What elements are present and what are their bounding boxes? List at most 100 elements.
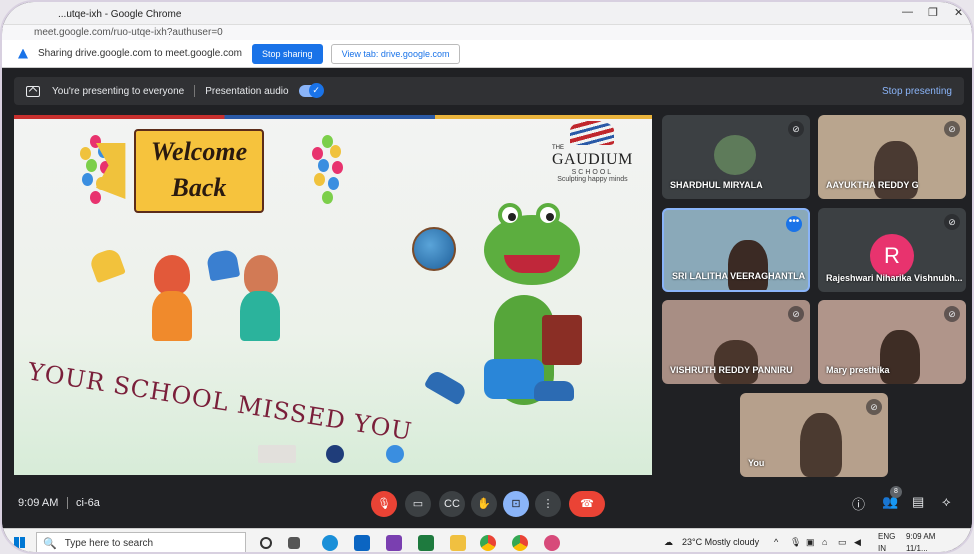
share-icon <box>18 48 28 59</box>
battery-icon[interactable]: ▭ <box>838 537 847 548</box>
camera-button[interactable]: ▭ <box>405 491 431 517</box>
participant-tile[interactable]: ⊘ SHARDHUL MIRYALA <box>662 115 810 199</box>
excel-icon[interactable] <box>418 535 434 551</box>
logo-name: GAUDIUM <box>552 151 633 168</box>
stop-presenting-button[interactable]: Stop presenting <box>882 86 952 97</box>
balloons-right <box>312 135 346 215</box>
more-options-icon[interactable]: ••• <box>786 216 802 232</box>
logo-tagline: Sculpting happy minds <box>557 176 628 183</box>
captions-button[interactable]: CC <box>439 491 465 517</box>
participant-name: Rajeshwari Niharika Vishnubh... <box>826 273 963 283</box>
participant-name: Mary preethika <box>826 365 890 375</box>
meeting-controls-bar: 9:09 AM ci-6a 🎙 ▭ CC ✋ ⊡ ⋮ ☎ ⓘ 👥 8 ▤ ⟡ <box>2 482 972 530</box>
participant-tile[interactable]: ⊘ AAYUKTHA REDDY G <box>818 115 966 199</box>
divider <box>67 497 68 509</box>
chevron-up-icon[interactable]: ^ <box>774 537 778 547</box>
mail-icon[interactable] <box>354 535 370 551</box>
chrome-icon[interactable] <box>480 535 496 551</box>
screen: ...utqe-ixh - Google Chrome — ❐ ✕ meet.g… <box>0 0 974 554</box>
missed-you-text: YOUR SCHOOL MISSED YOU <box>26 357 415 446</box>
accreditation-logos <box>258 445 296 463</box>
lang-top: ENG <box>878 532 896 541</box>
windows-start-icon[interactable] <box>14 537 25 548</box>
meeting-code: ci-6a <box>76 497 100 509</box>
mic-off-icon: ⊘ <box>944 121 960 137</box>
search-placeholder: Type here to search <box>64 537 154 549</box>
clock-time: 9:09 AM <box>906 532 936 541</box>
participant-name: AAYUKTHA REDDY G <box>826 180 919 190</box>
logo-school: SCHOOL <box>571 169 614 176</box>
back-text: Back <box>171 173 227 202</box>
browser-titlebar: ...utqe-ixh - Google Chrome — ❐ ✕ <box>2 2 972 26</box>
participant-count-badge: 8 <box>890 486 902 498</box>
end-call-button[interactable]: ☎ <box>569 491 605 517</box>
system-clock[interactable]: 9:09 AM 11/1... <box>906 531 936 553</box>
badge-logo <box>386 445 404 463</box>
mic-off-icon: ⊘ <box>788 121 804 137</box>
weather-text[interactable]: 23°C Mostly cloudy <box>682 537 759 547</box>
close-icon[interactable]: ✕ <box>954 6 963 19</box>
share-banner: Sharing drive.google.com to meet.google.… <box>2 40 972 68</box>
mic-off-button[interactable]: 🎙 <box>371 491 397 517</box>
presentation-audio-label: Presentation audio <box>205 85 289 97</box>
stop-sharing-button[interactable]: Stop sharing <box>252 43 323 64</box>
url-text[interactable]: meet.google.com/ruo-utqe-ixh?authuser=0 <box>34 25 972 40</box>
volume-icon[interactable]: ◀ <box>854 537 861 548</box>
divider <box>194 85 196 97</box>
network-icon[interactable]: ⌂ <box>822 537 827 547</box>
slide-color-stripe <box>14 115 652 119</box>
mic-icon[interactable]: 🎙 <box>790 537 801 548</box>
presentation-audio-toggle[interactable] <box>298 83 324 98</box>
participant-name: You <box>748 458 765 468</box>
meeting-time: 9:09 AM <box>18 497 59 509</box>
welcome-text: Welcome <box>150 137 248 166</box>
more-options-button[interactable]: ⋮ <box>535 491 561 517</box>
file-explorer-icon[interactable] <box>450 535 466 551</box>
search-icon: 🔍 <box>43 537 57 550</box>
address-bar[interactable]: meet.google.com/ruo-utqe-ixh?authuser=0 <box>2 24 972 40</box>
raise-hand-button[interactable]: ✋ <box>471 491 497 517</box>
activities-icon[interactable]: ⟡ <box>942 494 951 510</box>
ib-logo <box>326 445 344 463</box>
presenting-text: You're presenting to everyone <box>52 85 185 97</box>
lang-bottom: IN <box>878 544 886 553</box>
clock-date: 11/1... <box>906 544 928 553</box>
chat-icon[interactable]: ▤ <box>912 494 924 510</box>
window-title: ...utqe-ixh - Google Chrome <box>58 8 182 20</box>
participant-tile[interactable]: ⊘ Mary preethika <box>818 300 966 384</box>
participant-name: SRI LALITHA VEERAGHANTLA <box>672 271 806 281</box>
edge-icon[interactable] <box>322 535 338 551</box>
windows-taskbar: 🔍 Type here to search ☁ 23°C Mostly clou… <box>2 528 972 553</box>
presented-slide: Welcome Back THE GAUDIUM SCHOOL Sculptin… <box>14 115 652 475</box>
maximize-icon[interactable]: ❐ <box>928 6 938 19</box>
participant-tile[interactable]: ••• SRI LALITHA VEERAGHANTLA <box>662 208 810 292</box>
mic-off-icon: ⊘ <box>866 399 882 415</box>
participant-tile[interactable]: R ⊘ Rajeshwari Niharika Vishnubh... <box>818 208 966 292</box>
minimize-icon[interactable]: — <box>902 6 913 18</box>
present-button[interactable]: ⊡ <box>503 491 529 517</box>
avatar: R <box>870 234 914 278</box>
participant-name: VISHRUTH REDDY PANNIRU <box>670 365 793 375</box>
taskbar-search[interactable]: 🔍 Type here to search <box>36 532 246 552</box>
task-view-icon[interactable] <box>288 537 300 549</box>
mic-off-icon: ⊘ <box>788 306 804 322</box>
language-indicator[interactable]: ENG IN <box>878 531 896 553</box>
mic-off-icon: ⊘ <box>944 214 960 230</box>
cortana-icon[interactable] <box>260 537 272 549</box>
globe-icon <box>412 227 456 271</box>
present-screen-icon <box>26 85 40 97</box>
paint-icon[interactable] <box>544 535 560 551</box>
participant-tile-self[interactable]: ⊘ You <box>740 393 888 477</box>
chrome-icon[interactable] <box>512 535 528 551</box>
weather-icon[interactable]: ☁ <box>664 537 673 548</box>
share-text: Sharing drive.google.com to meet.google.… <box>38 48 243 59</box>
school-logo: THE GAUDIUM SCHOOL Sculpting happy minds <box>552 121 633 183</box>
view-tab-button[interactable]: View tab: drive.google.com <box>330 43 461 64</box>
participant-tile[interactable]: ⊘ VISHRUTH REDDY PANNIRU <box>662 300 810 384</box>
welcome-board: Welcome Back <box>134 129 264 213</box>
meet-tray-icon[interactable]: ▣ <box>806 537 815 548</box>
mic-off-icon: ⊘ <box>944 306 960 322</box>
welcome-banner: Welcome Back <box>96 129 306 213</box>
info-icon[interactable]: ⓘ <box>852 494 865 513</box>
onenote-icon[interactable] <box>386 535 402 551</box>
